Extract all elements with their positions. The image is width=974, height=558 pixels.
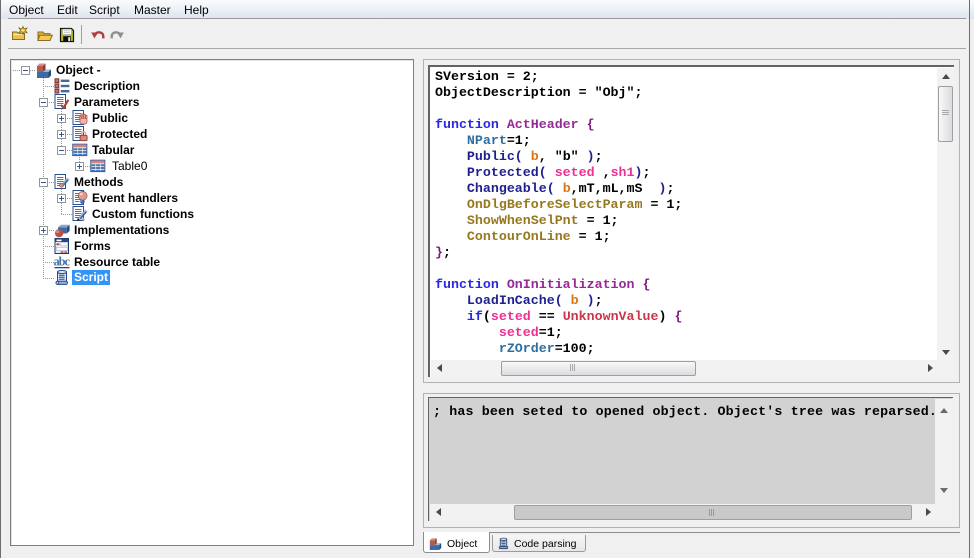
svg-text:abc: abc [54,255,71,269]
